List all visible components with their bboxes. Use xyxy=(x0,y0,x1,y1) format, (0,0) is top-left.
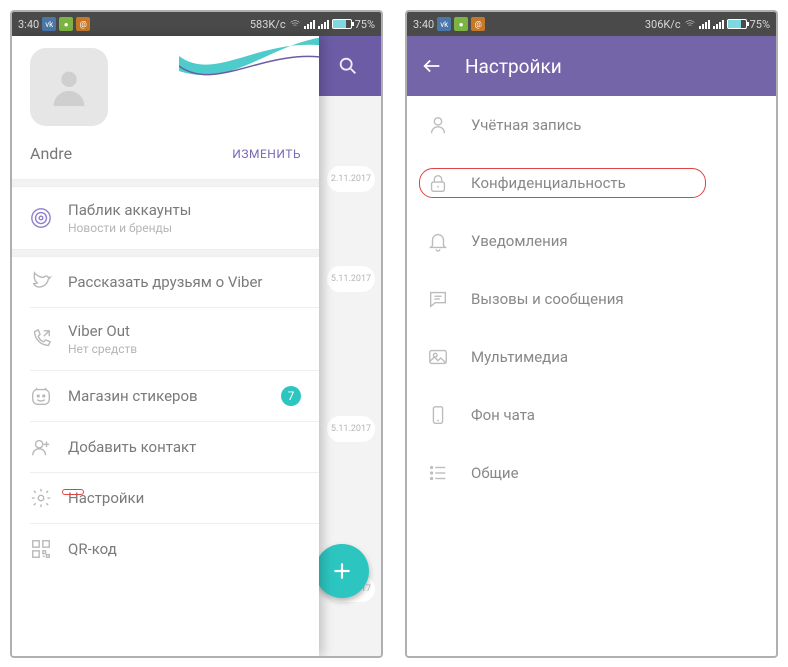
signal-icon-2 xyxy=(713,20,724,29)
settings-item-chat-bg[interactable]: Фон чата xyxy=(407,386,776,444)
drawer-item-label: Настройки xyxy=(68,489,144,507)
status-time: 3:40 xyxy=(413,18,434,31)
signal-icon xyxy=(699,20,710,29)
settings-item-notifications[interactable]: Уведомления xyxy=(407,212,776,270)
settings-item-label: Вызовы и сообщения xyxy=(471,290,624,308)
lock-icon xyxy=(427,172,449,194)
bg-date: 5.11.2017 xyxy=(327,416,375,442)
wifi-icon xyxy=(684,18,696,30)
drawer-item-tell-friends[interactable]: Рассказать друзьям о Viber xyxy=(12,257,319,307)
status-speed: 583K/c xyxy=(250,18,286,31)
statusbar: 3:40 vk ● @ 583K/c 75% xyxy=(12,12,381,36)
drawer-item-stickers[interactable]: Магазин стикеров 7 xyxy=(12,371,319,421)
drawer-item-label: Паблик аккаунты xyxy=(68,201,191,219)
sticker-icon xyxy=(30,385,52,407)
bg-date: 2.11.2017 xyxy=(327,166,375,192)
settings-list: Учётная запись Конфиденциальность Уведом… xyxy=(407,96,776,656)
settings-item-multimedia[interactable]: Мультимедиа xyxy=(407,328,776,386)
appbar-title: Настройки xyxy=(465,55,562,78)
battery-icon xyxy=(727,19,747,29)
chat-icon xyxy=(427,288,449,310)
profile-name: Andre xyxy=(30,144,72,163)
bell-icon xyxy=(427,230,449,252)
signal-icon xyxy=(304,20,315,29)
status-speed: 306K/c xyxy=(645,18,681,31)
header-bar xyxy=(315,36,381,96)
vk-icon: vk xyxy=(42,17,56,31)
bird-icon xyxy=(30,271,52,293)
drawer-item-public-accounts[interactable]: Паблик аккаунты Новости и бренды xyxy=(12,187,319,249)
drawer-item-label: QR-код xyxy=(68,540,301,558)
divider xyxy=(12,179,319,187)
phone-frame-icon xyxy=(427,404,449,426)
left-screenshot: 3:40 vk ● @ 583K/c 75% 2.11.2017 5.11.20… xyxy=(10,10,383,658)
list-icon xyxy=(427,462,449,484)
wifi-icon xyxy=(289,18,301,30)
back-icon[interactable] xyxy=(421,55,443,77)
status-app-icon: @ xyxy=(76,17,90,31)
drawer-item-settings[interactable]: Настройки xyxy=(12,473,319,523)
edit-profile-button[interactable]: ИЗМЕНИТЬ xyxy=(232,147,301,161)
settings-item-label: Фон чата xyxy=(471,406,535,424)
appbar: Настройки xyxy=(407,36,776,96)
drawer-item-label: Добавить контакт xyxy=(68,438,301,456)
signal-icon-2 xyxy=(318,20,329,29)
battery-pct: 75% xyxy=(750,18,770,31)
nav-drawer: Andre ИЗМЕНИТЬ Паблик аккаунты Новости и… xyxy=(12,36,319,656)
status-app-icon: @ xyxy=(471,17,485,31)
settings-item-privacy[interactable]: Конфиденциальность xyxy=(407,154,776,212)
battery-pct: 75% xyxy=(355,18,375,31)
drawer-item-add-contact[interactable]: Добавить контакт xyxy=(12,422,319,472)
settings-item-label: Уведомления xyxy=(471,232,568,250)
status-time: 3:40 xyxy=(18,18,39,31)
stickers-badge: 7 xyxy=(281,386,301,406)
bg-date: 5.11.2017 xyxy=(327,266,375,292)
public-accounts-icon xyxy=(30,207,52,229)
statusbar: 3:40 vk ● @ 306K/c 75% xyxy=(407,12,776,36)
phone-out-icon xyxy=(30,328,52,350)
divider xyxy=(12,249,319,257)
user-icon xyxy=(427,114,449,136)
settings-item-label: Мультимедиа xyxy=(471,348,568,366)
search-icon[interactable] xyxy=(337,55,359,77)
drawer-item-label: Viber Out xyxy=(68,322,130,340)
settings-item-general[interactable]: Общие xyxy=(407,444,776,502)
drawer-item-qr[interactable]: QR-код xyxy=(12,524,319,574)
image-icon xyxy=(427,346,449,368)
profile-section: Andre ИЗМЕНИТЬ xyxy=(12,36,319,179)
add-contact-icon xyxy=(30,436,52,458)
settings-item-label: Учётная запись xyxy=(471,116,581,134)
right-screenshot: 3:40 vk ● @ 306K/c 75% Настройки Учётная… xyxy=(405,10,778,658)
compose-fab[interactable] xyxy=(315,544,369,598)
settings-item-account[interactable]: Учётная запись xyxy=(407,96,776,154)
settings-item-label: Конфиденциальность xyxy=(471,174,626,192)
gear-icon xyxy=(30,487,52,509)
drawer-item-label: Рассказать друзьям о Viber xyxy=(68,273,301,291)
drawer-item-sub: Новости и бренды xyxy=(68,221,301,235)
settings-item-calls-messages[interactable]: Вызовы и сообщения xyxy=(407,270,776,328)
status-indicator-icon: ● xyxy=(454,17,468,31)
settings-item-label: Общие xyxy=(471,464,519,482)
vk-icon: vk xyxy=(437,17,451,31)
battery-icon xyxy=(332,19,352,29)
status-indicator-icon: ● xyxy=(59,17,73,31)
drawer-item-label: Магазин стикеров xyxy=(68,387,265,405)
qr-icon xyxy=(30,538,52,560)
drawer-item-viber-out[interactable]: Viber Out Нет средств xyxy=(12,308,319,370)
avatar[interactable] xyxy=(30,48,108,126)
swoosh-decoration xyxy=(179,36,319,106)
drawer-item-sub: Нет средств xyxy=(68,342,301,356)
